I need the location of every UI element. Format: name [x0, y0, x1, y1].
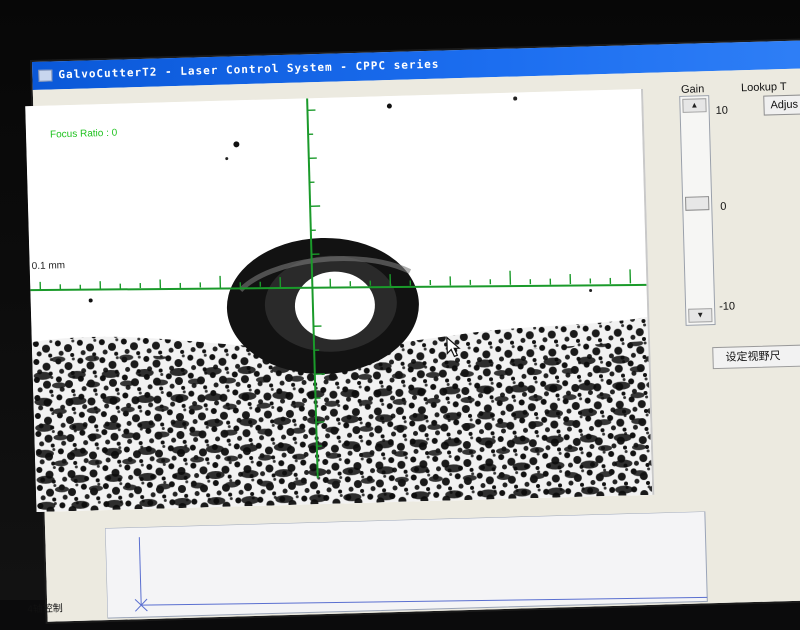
client-area: Focus Ratio : 0 0.1 mm Gain Lookup T ▲ ▼… — [33, 68, 800, 622]
scale-label: 0.1 mm — [32, 260, 66, 272]
gain-slider[interactable]: ▲ ▼ — [679, 95, 715, 326]
camera-view[interactable]: Focus Ratio : 0 0.1 mm — [25, 89, 654, 512]
lookup-label: Lookup T — [741, 81, 787, 94]
window-title: GalvoCutterT2 - Laser Control System - C… — [58, 58, 439, 82]
adjust-button[interactable]: Adjus — [763, 94, 800, 116]
slider-up-arrow-icon[interactable]: ▲ — [682, 98, 706, 113]
lower-panel-frame — [105, 511, 728, 628]
axis-control-label[interactable]: 4轴控制 — [27, 599, 63, 615]
gain-min-label: -10 — [719, 300, 735, 312]
gain-label: Gain — [681, 83, 705, 96]
gain-max-label: 10 — [715, 105, 728, 117]
application-window: GalvoCutterT2 - Laser Control System - C… — [32, 40, 800, 622]
window-menu-icon[interactable] — [38, 69, 52, 81]
gain-mid-label: 0 — [720, 201, 726, 213]
camera-image — [25, 89, 652, 512]
gain-slider-thumb[interactable] — [685, 196, 709, 211]
slider-down-arrow-icon[interactable]: ▼ — [688, 308, 712, 323]
focus-ratio-label: Focus Ratio : 0 — [50, 128, 118, 141]
set-view-size-button[interactable]: 设定视野尺 — [712, 344, 800, 369]
